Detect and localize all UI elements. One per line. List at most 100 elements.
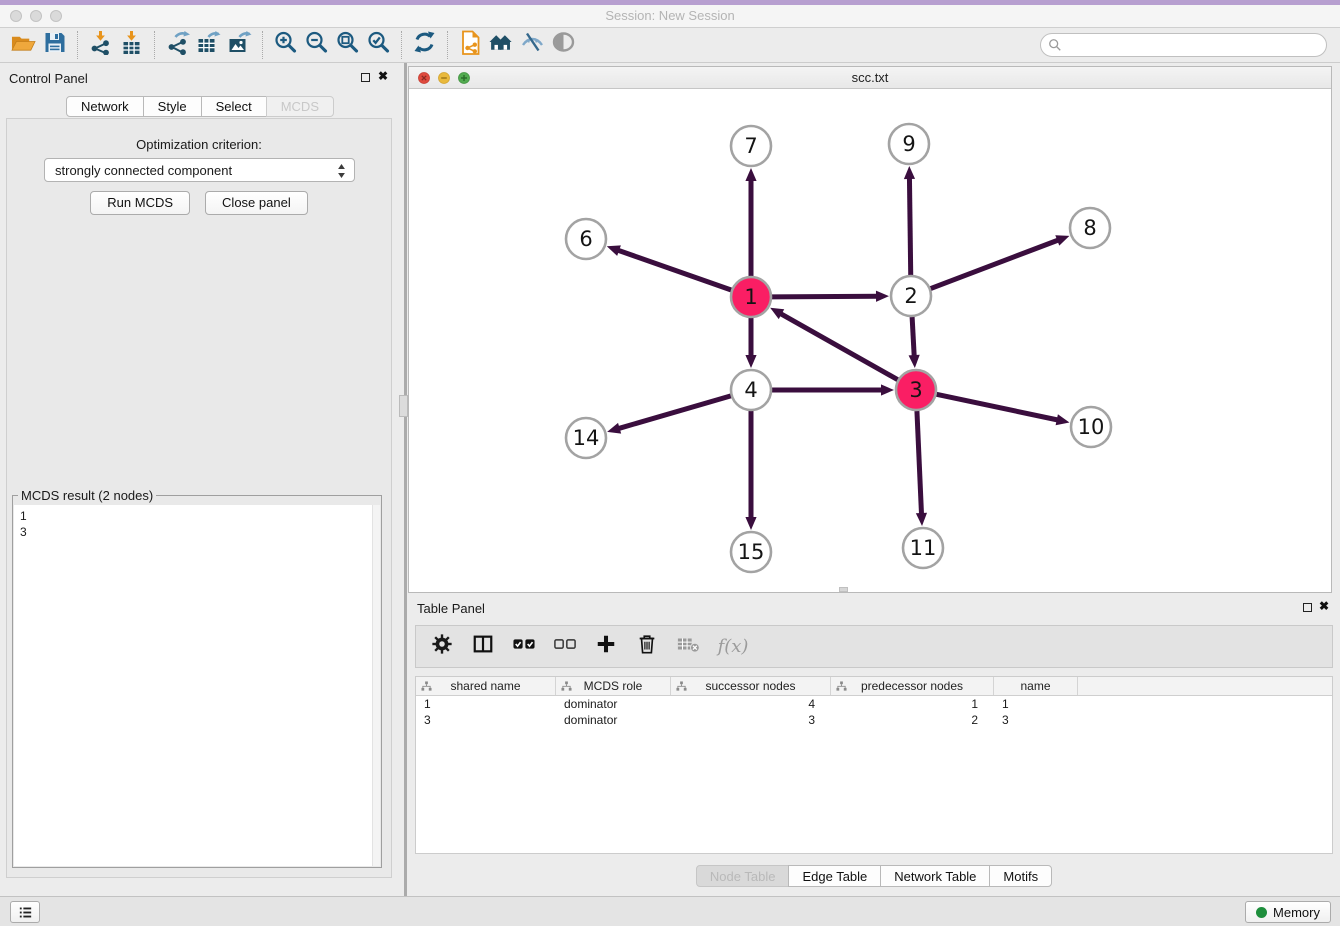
edge-3-to-11[interactable] [916,411,927,526]
network-canvas[interactable]: 7 9 6 8 1 2 4 3 14 10 15 11 [409,89,1331,592]
mcds-result-list[interactable]: 13 [14,505,380,866]
tab-style[interactable]: Style [143,96,202,117]
column-visibility-button[interactable] [470,634,496,660]
float-table-panel-icon[interactable] [1303,603,1312,612]
table-settings-button[interactable] [429,634,455,660]
tab-node-table[interactable]: Node Table [696,865,790,887]
column-header-name[interactable]: name [994,677,1078,695]
graph-node-14[interactable]: 14 [566,418,606,458]
refresh-layout-button[interactable] [409,31,440,59]
column-header-MCDS-role[interactable]: MCDS role [556,677,671,695]
graph-node-3[interactable]: 3 [896,370,936,410]
zoom-fit-button[interactable] [332,31,363,59]
close-panel-button[interactable]: Close panel [205,191,308,215]
panel-divider-handle[interactable] [399,395,408,417]
new-network-file-button[interactable] [455,31,486,59]
tab-mcds[interactable]: MCDS [266,96,334,117]
canvas-resize-handle[interactable] [839,587,848,592]
tab-edge-table[interactable]: Edge Table [788,865,881,887]
graph-node-9[interactable]: 9 [889,124,929,164]
show-all-button[interactable] [548,31,579,59]
run-mcds-button[interactable]: Run MCDS [90,191,190,215]
save-icon [42,30,67,60]
graph-node-7[interactable]: 7 [731,126,771,166]
task-history-button[interactable] [10,901,40,923]
graph-node-10[interactable]: 10 [1071,407,1111,447]
graph-node-2[interactable]: 2 [891,276,931,316]
mcds-result-group-title: MCDS result (2 nodes) [18,488,156,503]
column-header-predecessor-nodes[interactable]: predecessor nodes [831,677,994,695]
network-zoom-button[interactable] [458,72,470,84]
tab-select[interactable]: Select [201,96,267,117]
zoom-out-button[interactable] [301,31,332,59]
svg-text:8: 8 [1083,216,1096,240]
close-table-panel-icon[interactable]: ✖ [1319,599,1329,613]
window-zoom-button[interactable] [50,10,62,22]
tab-network[interactable]: Network [66,96,144,117]
export-image-button[interactable] [224,31,255,59]
edge-1-to-7[interactable] [745,168,756,276]
table-row[interactable]: 1dominator411 [416,696,1332,712]
table-cell: 4 [671,696,831,712]
tree-icon [676,681,687,692]
delete-column-button[interactable] [634,634,660,660]
memory-button[interactable]: Memory [1245,901,1331,923]
graph-node-11[interactable]: 11 [903,528,943,568]
graph-node-6[interactable]: 6 [566,219,606,259]
tab-motifs[interactable]: Motifs [989,865,1052,887]
result-scrollbar[interactable] [372,505,380,866]
memory-label: Memory [1273,905,1320,920]
edge-2-to-9[interactable] [904,166,915,275]
network-minimize-button[interactable] [438,72,450,84]
search-input[interactable] [1062,38,1326,53]
column-header-successor-nodes[interactable]: successor nodes [671,677,831,695]
edge-3-to-1[interactable] [770,308,898,380]
zoom-in-button[interactable] [270,31,301,59]
deselect-all-icon [554,633,576,660]
edge-1-to-6[interactable] [607,245,731,290]
window-title: Session: New Session [0,5,1340,27]
close-panel-icon[interactable]: ✖ [378,69,388,83]
nested-network-button[interactable] [486,31,517,59]
save-session-button[interactable] [39,31,70,59]
network-close-button[interactable] [418,72,430,84]
edge-4-to-15[interactable] [745,411,756,530]
delete-table-button [675,634,701,660]
mcds-panel-body: Optimization criterion: strongly connect… [6,118,392,878]
tab-network-table[interactable]: Network Table [880,865,990,887]
svg-text:6: 6 [579,227,592,251]
table-row[interactable]: 3dominator323 [416,712,1332,728]
edge-2-to-8[interactable] [931,235,1070,288]
edge-1-to-2[interactable] [772,291,889,302]
edge-3-to-10[interactable] [937,394,1070,425]
export-table-button[interactable] [193,31,224,59]
refresh-icon [412,30,437,60]
graph-node-15[interactable]: 15 [731,532,771,572]
window-close-button[interactable] [10,10,22,22]
graph-node-8[interactable]: 8 [1070,208,1110,248]
optimization-criterion-select[interactable]: strongly connected component [44,158,355,182]
zoom-selected-button[interactable] [363,31,394,59]
float-panel-icon[interactable] [361,73,370,82]
deselect-all-rows-button[interactable] [552,634,578,660]
window-minimize-button[interactable] [30,10,42,22]
folder-open-icon [11,30,36,60]
import-table-button[interactable] [116,31,147,59]
graph-node-1[interactable]: 1 [731,277,771,317]
import-network-button[interactable] [85,31,116,59]
open-session-button[interactable] [8,31,39,59]
hide-selected-button[interactable] [517,31,548,59]
edge-4-to-3[interactable] [772,384,894,395]
control-panel-tabs: NetworkStyleSelectMCDS [0,96,400,117]
add-column-button[interactable] [593,634,619,660]
export-network-button[interactable] [162,31,193,59]
column-header-shared-name[interactable]: shared name [416,677,556,695]
edge-2-to-3[interactable] [909,317,920,368]
panel-divider[interactable] [404,63,407,896]
edge-1-to-4[interactable] [745,318,756,368]
edge-4-to-14[interactable] [607,396,731,434]
graph-node-4[interactable]: 4 [731,370,771,410]
search-box[interactable] [1040,33,1327,57]
select-all-rows-button[interactable] [511,634,537,660]
network-window-titlebar[interactable]: scc.txt [409,67,1331,89]
